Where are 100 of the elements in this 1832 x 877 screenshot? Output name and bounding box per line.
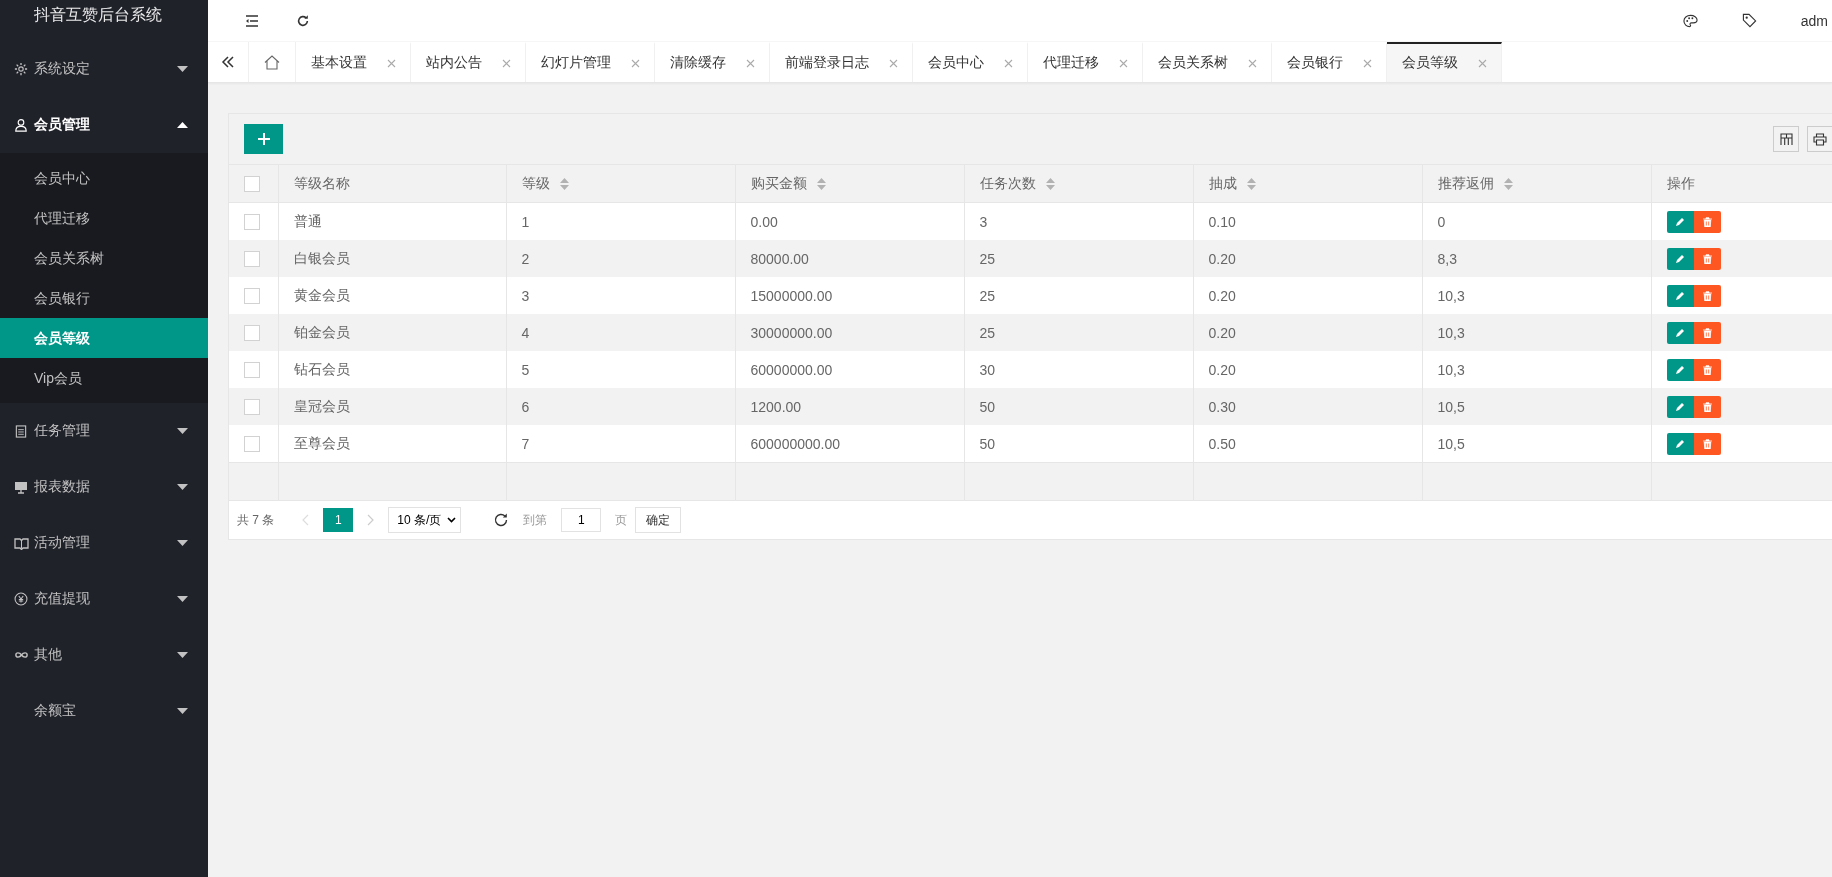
chevron-right-icon[interactable] (367, 514, 375, 526)
edit-button[interactable] (1666, 432, 1694, 455)
edit-button[interactable] (1666, 247, 1694, 270)
sidebar-item[interactable]: 充值提现 (0, 571, 208, 627)
close-icon[interactable] (1478, 58, 1487, 68)
sidebar-item[interactable]: 会员管理 (0, 97, 208, 153)
table-cell: 15000000.00 (750, 287, 833, 304)
column-header[interactable]: 推荐返佣 (1437, 174, 1494, 193)
close-icon[interactable] (1004, 58, 1013, 68)
table-cell: 5 (521, 361, 530, 378)
trash-icon (1702, 364, 1712, 375)
page-tab[interactable]: 站内公告 (411, 42, 526, 82)
sidebar-item[interactable]: 系统设定 (0, 41, 208, 97)
submenu-item[interactable]: 代理迁移 (0, 198, 208, 238)
menu-fold-icon[interactable] (245, 14, 259, 27)
column-header: 操作 (1666, 174, 1695, 193)
row-checkbox[interactable] (244, 288, 260, 305)
table-cell: 60000000.00 (750, 361, 833, 378)
page-input[interactable]: 1 (561, 508, 602, 532)
page-size-select[interactable]: 10 条/页 (388, 507, 462, 533)
close-icon[interactable] (1119, 58, 1128, 68)
column-header[interactable]: 抽成 (1208, 174, 1237, 193)
page-tab[interactable]: 会员中心 (913, 42, 1028, 82)
table-cell: 0.00 (750, 213, 778, 230)
columns-button[interactable] (1773, 126, 1799, 152)
user-icon (14, 118, 28, 132)
row-checkbox[interactable] (244, 214, 260, 231)
row-checkbox[interactable] (244, 251, 260, 268)
monitor-icon (14, 480, 28, 494)
tag-icon[interactable] (1741, 13, 1757, 28)
sort-icon[interactable] (1503, 177, 1513, 190)
close-icon[interactable] (1248, 58, 1257, 68)
close-icon[interactable] (502, 58, 511, 68)
select-all-checkbox[interactable] (244, 176, 260, 193)
sidebar-item[interactable]: 活动管理 (0, 515, 208, 571)
submenu-item[interactable]: 会员等级 (0, 318, 208, 358)
delete-button[interactable] (1693, 284, 1721, 307)
edit-button[interactable] (1666, 210, 1694, 233)
delete-button[interactable] (1693, 210, 1721, 233)
close-icon[interactable] (1363, 58, 1372, 68)
table-cell: 0.20 (1208, 250, 1236, 267)
delete-button[interactable] (1693, 358, 1721, 381)
edit-button[interactable] (1666, 284, 1694, 307)
submenu-item[interactable]: 会员中心 (0, 158, 208, 198)
sidebar-item[interactable]: 报表数据 (0, 459, 208, 515)
page-tab[interactable]: 前端登录日志 (770, 42, 913, 82)
refresh-icon[interactable] (296, 13, 310, 28)
page-tab[interactable]: 代理迁移 (1028, 42, 1143, 82)
edit-button[interactable] (1666, 321, 1694, 344)
sidebar-item[interactable]: 余额宝 (0, 683, 208, 739)
submenu-item[interactable]: Vip会员 (0, 358, 208, 398)
chevron-down-icon (447, 517, 457, 523)
delete-button[interactable] (1693, 321, 1721, 344)
row-checkbox[interactable] (244, 362, 260, 379)
table-cell: 0.20 (1208, 361, 1236, 378)
column-header[interactable]: 任务次数 (979, 174, 1036, 193)
page-tab[interactable]: 基本设置 (296, 42, 411, 82)
column-header[interactable]: 等级 (521, 174, 550, 193)
close-icon[interactable] (631, 58, 640, 68)
close-icon[interactable] (889, 58, 898, 68)
confirm-button[interactable]: 确定 (635, 507, 682, 533)
page-tab[interactable]: 会员等级 (1387, 42, 1502, 82)
sidebar-item[interactable]: 任务管理 (0, 403, 208, 459)
page-tab[interactable]: 清除缓存 (655, 42, 770, 82)
book-icon (13, 536, 29, 550)
pencil-icon (1675, 438, 1685, 449)
sidebar-item[interactable]: 其他 (0, 627, 208, 683)
trash-icon (1702, 253, 1712, 264)
table-cell: 8,3 (1437, 250, 1457, 267)
page-tab[interactable]: 幻灯片管理 (526, 42, 655, 82)
edit-button[interactable] (1666, 358, 1694, 381)
row-checkbox[interactable] (244, 325, 260, 342)
palette-icon[interactable] (1682, 13, 1698, 28)
user-name[interactable]: adm (1800, 12, 1828, 29)
page-tab[interactable]: 会员关系树 (1143, 42, 1272, 82)
sort-icon[interactable] (559, 177, 569, 190)
sort-icon[interactable] (1246, 177, 1256, 190)
row-checkbox[interactable] (244, 436, 260, 453)
delete-button[interactable] (1693, 432, 1721, 455)
refresh-icon[interactable] (493, 512, 510, 528)
delete-button[interactable] (1693, 395, 1721, 418)
page-number[interactable]: 1 (323, 508, 354, 532)
table-cell: 铂金会员 (293, 323, 350, 340)
chevron-left-icon[interactable] (302, 514, 310, 526)
delete-button[interactable] (1693, 247, 1721, 270)
submenu-item[interactable]: 会员关系树 (0, 238, 208, 278)
edit-button[interactable] (1666, 395, 1694, 418)
pencil-icon (1675, 364, 1685, 375)
sort-icon[interactable] (816, 177, 826, 190)
print-button[interactable] (1807, 126, 1832, 152)
close-icon[interactable] (387, 58, 396, 68)
table-cell: 至尊会员 (293, 434, 350, 451)
submenu-item[interactable]: 会员银行 (0, 278, 208, 318)
table-cell: 0.20 (1208, 287, 1236, 304)
add-button[interactable] (244, 124, 283, 154)
column-header[interactable]: 购买金额 (750, 174, 807, 193)
table-cell: 3 (521, 287, 530, 304)
sort-icon[interactable] (1045, 177, 1055, 190)
close-icon[interactable] (746, 58, 755, 68)
row-checkbox[interactable] (244, 399, 260, 416)
